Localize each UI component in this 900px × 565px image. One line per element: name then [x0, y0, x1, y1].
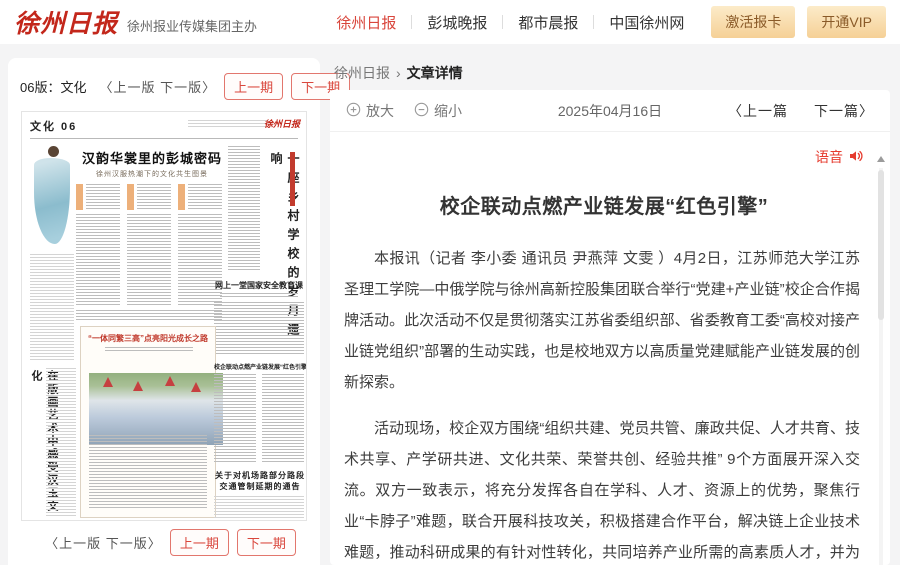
site-nav: 徐州日报 彭城晚报 都市晨报 中国徐州网 [321, 12, 699, 33]
speaker-icon [848, 148, 864, 167]
simulated-text [214, 374, 256, 464]
prev-article-link[interactable]: 〈上一篇 [728, 101, 788, 121]
prev-issue-button[interactable]: 上一期 [224, 73, 283, 100]
nav-item-dushi-morning[interactable]: 都市晨报 [503, 12, 593, 33]
paper-main-subhead: 徐州汉服热潮下的文化共生图景 [74, 169, 230, 179]
breadcrumb-root[interactable]: 徐州日报 [334, 63, 390, 83]
voice-button[interactable]: 语音 [815, 147, 864, 167]
simulated-text [127, 214, 171, 306]
epaper-panel-footer: 〈上一版 下一版〉 上一期 下一期 [8, 529, 320, 556]
next-issue-button[interactable]: 下一期 [237, 529, 296, 556]
simulated-text [76, 214, 120, 306]
simulated-text [137, 184, 171, 210]
red-flag [191, 382, 201, 392]
article-scrollbar [877, 156, 885, 565]
simulated-text [86, 184, 120, 210]
simulated-text [214, 496, 304, 518]
article-paragraph: 本报讯（记者 李小委 通讯员 尹燕萍 文雯 ）4月2日，江苏师范大学江苏圣理工学… [344, 243, 860, 398]
prev-page-link[interactable]: 〈上一版 [45, 536, 101, 551]
paper-masthead: 徐州日报 [264, 117, 300, 130]
simulated-text [76, 310, 222, 322]
simulated-text [214, 302, 304, 354]
zoom-in-button[interactable]: 放大 [346, 101, 394, 121]
paper-notice-headline: 关于对机场路部分路段 交通管制延期的通告 [214, 470, 306, 492]
article-detail-card: 放大 缩小 2025年04月16日 〈上一篇 下一篇〉 语音 校企联动点燃产业链… [330, 90, 890, 565]
newspaper-page-thumbnail[interactable]: 文化 06 徐州日报 汉韵华裳里的彭城密码 徐州汉服热潮下的文化共生图景 [21, 111, 307, 521]
hanfu-woman-illustration [30, 145, 74, 247]
simulated-text [30, 254, 74, 362]
paper-mid-headline: 网上一堂国家安全教育课 [214, 280, 304, 291]
article-toolbar: 放大 缩小 2025年04月16日 〈上一篇 下一篇〉 [330, 90, 890, 132]
open-vip-button[interactable]: 开通VIP [807, 6, 886, 38]
paper-section-label: 文化 06 [30, 118, 77, 134]
zoom-out-button[interactable]: 缩小 [414, 101, 462, 121]
next-page-link[interactable]: 下一版〉 [106, 536, 162, 551]
paper-main-headline: 汉韵华裳里的彭城密码 [74, 148, 230, 167]
edition-label: 06版：文化 [20, 77, 86, 96]
simulated-text [188, 120, 266, 129]
simulated-text [46, 368, 76, 516]
paper-boxed-article: “一体同繁三高”点亮阳光成长之路 [80, 326, 216, 518]
prev-page-link[interactable]: 〈上一版 [99, 80, 155, 95]
paper-rule [30, 138, 298, 139]
zoom-in-label: 放大 [366, 101, 394, 121]
illustration-robe [34, 158, 70, 244]
simulated-text [178, 214, 222, 306]
breadcrumb-current: 文章详情 [407, 63, 463, 83]
voice-label: 语音 [815, 147, 843, 167]
paper-notice-line2: 交通管制延期的通告 [214, 481, 306, 492]
site-slogan: 徐州报业传媒集团主办 [127, 16, 257, 35]
next-page-link[interactable]: 下一版〉 [160, 80, 216, 95]
column-tag [178, 184, 185, 210]
simulated-text [228, 146, 260, 272]
breadcrumb: 徐州日报 › 文章详情 [334, 63, 463, 83]
zoom-in-icon [346, 102, 361, 120]
scrollbar-up-arrow-icon[interactable] [877, 156, 885, 162]
simulated-text [188, 184, 222, 210]
paper-notice-line1: 关于对机场路部分路段 [214, 470, 306, 481]
prev-issue-button[interactable]: 上一期 [170, 529, 229, 556]
column-tag [127, 184, 134, 210]
simulated-text [105, 347, 193, 351]
paper-column [76, 184, 120, 306]
nav-item-pengcheng-evening[interactable]: 彭城晚报 [412, 12, 502, 33]
zoom-out-label: 缩小 [434, 101, 462, 121]
red-flag [103, 377, 113, 387]
paper-column [127, 184, 171, 306]
nav-item-china-xuzhou-net[interactable]: 中国徐州网 [594, 12, 699, 33]
activate-card-button[interactable]: 激活报卡 [711, 6, 795, 38]
nav-item-xuzhou-daily[interactable]: 徐州日报 [321, 12, 411, 33]
paper-current-article-headline: 校企联动点燃产业链发展“红色引擎” [214, 362, 306, 371]
epaper-panel: 06版：文化 〈上一版 下一版〉 上一期 下一期 文化 06 徐州日报 汉韵华裳… [8, 58, 320, 565]
simulated-text [89, 435, 207, 509]
red-label-tag [290, 152, 295, 206]
article-title: 校企联动点燃产业链发展“红色引擎” [364, 190, 844, 219]
article-paragraph: 活动现场，校企双方围绕“组织共建、党员共管、廉政共促、人才共育、技术共享、产学研… [344, 413, 860, 565]
site-logo[interactable]: 徐州日报 [14, 4, 118, 40]
article-body: 本报讯（记者 李小委 通讯员 尹燕萍 文雯 ）4月2日，江苏师范大学江苏圣理工学… [344, 243, 860, 565]
article-nav: 〈上一篇 下一篇〉 [728, 101, 874, 121]
simulated-text [220, 293, 298, 297]
paper-box-headline: “一体同繁三高”点亮阳光成长之路 [81, 333, 215, 344]
simulated-text [262, 374, 304, 464]
zoom-out-icon [414, 102, 429, 120]
illustration-head [48, 146, 59, 157]
breadcrumb-separator: › [396, 65, 401, 81]
page-nav-bottom: 〈上一版 下一版〉 [45, 533, 162, 552]
epaper-panel-header: 06版：文化 〈上一版 下一版〉 上一期 下一期 [8, 58, 320, 109]
top-bar: 徐州日报 徐州报业传媒集团主办 徐州日报 彭城晚报 都市晨报 中国徐州网 激活报… [0, 0, 900, 44]
scrollbar-thumb[interactable] [878, 170, 884, 320]
page-nav: 〈上一版 下一版〉 [99, 77, 216, 96]
red-flag [165, 376, 175, 386]
next-article-link[interactable]: 下一篇〉 [814, 101, 874, 121]
column-tag [76, 184, 83, 210]
red-flag [133, 381, 143, 391]
